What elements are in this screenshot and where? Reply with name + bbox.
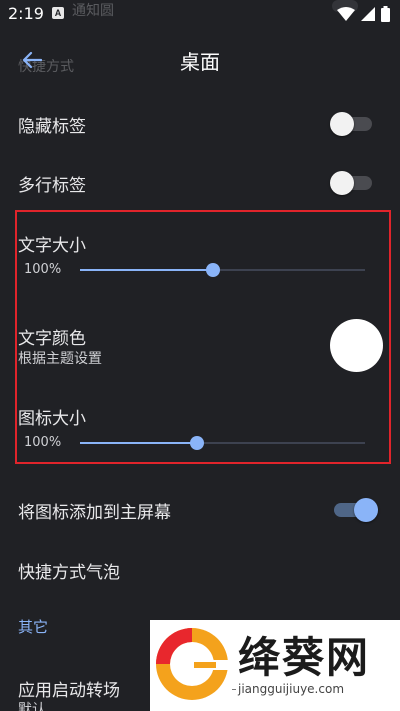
setting-text-size: 文字大小 100% (0, 214, 400, 290)
battery-icon (381, 6, 390, 22)
slider-value: 100% (24, 262, 62, 277)
add-icon-to-home-switch[interactable] (334, 498, 378, 522)
setting-subtitle: 根据主题设置 (18, 351, 102, 367)
multiline-labels-switch[interactable] (330, 171, 372, 195)
slider-thumb[interactable] (189, 436, 204, 450)
setting-label: 应用启动转场 (18, 681, 120, 701)
ghost-scrolled-text: 通知圆 (72, 3, 114, 19)
setting-multiline-labels[interactable]: 多行标签 (0, 155, 400, 211)
page-title: 桌面 (180, 50, 220, 74)
status-bar: 2:19 A 通知圆 (0, 0, 400, 28)
setting-label: 文字颜色 (18, 329, 86, 349)
status-icons (337, 6, 390, 22)
setting-hide-labels[interactable]: 隐藏标签 (0, 96, 400, 152)
setting-label: 隐藏标签 (18, 117, 86, 137)
setting-icon-size: 图标大小 100% (0, 388, 400, 464)
slider-thumb[interactable] (205, 263, 220, 277)
watermark-logo-icon (156, 628, 228, 700)
icon-size-slider[interactable] (80, 436, 365, 450)
setting-label: 快捷方式气泡 (18, 563, 120, 583)
setting-shortcut-bubble[interactable]: 快捷方式气泡 (0, 540, 400, 596)
watermark: 绛葵网 jiangguijiuye.com (150, 620, 400, 711)
slider-fill (80, 442, 197, 444)
setting-label: 图标大小 (18, 409, 86, 429)
setting-subtitle: 默认 (18, 702, 46, 711)
text-color-swatch[interactable] (330, 319, 383, 372)
watermark-line (232, 689, 236, 690)
status-time: 2:19 (8, 4, 44, 23)
slider-fill (80, 269, 213, 271)
text-size-slider[interactable] (80, 263, 365, 277)
section-header-other: 其它 (18, 618, 49, 636)
app-bar: 快捷方式 桌面 (0, 32, 400, 88)
watermark-url: jiangguijiuye.com (238, 682, 345, 696)
notification-icon: A (52, 7, 64, 19)
watermark-text: 绛葵网 (238, 633, 371, 682)
slider-value: 100% (24, 435, 62, 450)
setting-label: 多行标签 (18, 176, 86, 196)
signal-icon (361, 7, 375, 21)
settings-screen: 2:19 A 通知圆 快捷方式 桌面 隐藏标签 多行标签 文字大小 100% 文… (0, 0, 400, 711)
setting-add-icon-to-home[interactable]: 将图标添加到主屏幕 (0, 480, 400, 536)
setting-label: 将图标添加到主屏幕 (18, 503, 171, 523)
hide-labels-switch[interactable] (330, 112, 372, 136)
wifi-icon (337, 7, 355, 21)
setting-label: 文字大小 (18, 236, 86, 256)
